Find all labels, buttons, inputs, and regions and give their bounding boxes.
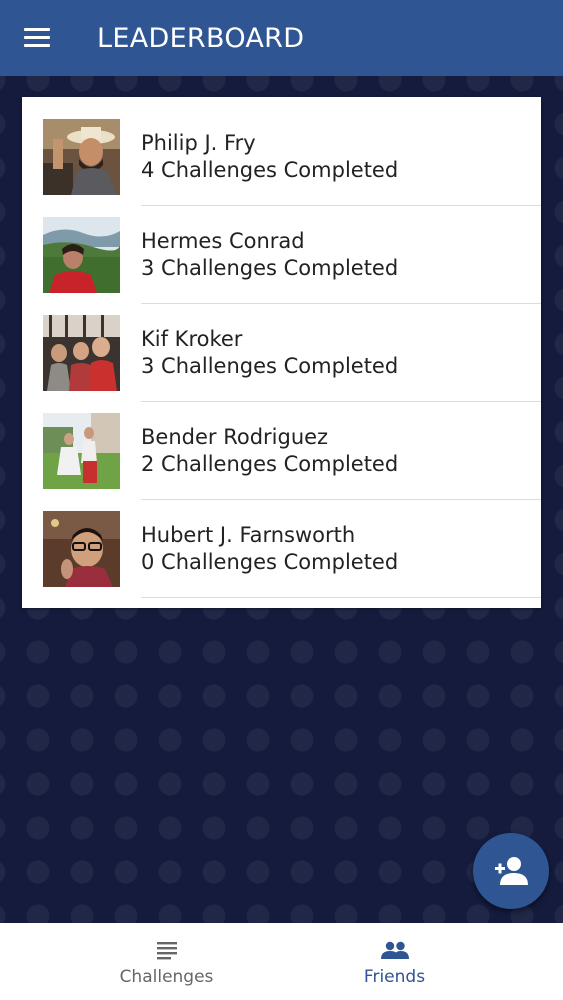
page-title: LEADERBOARD [97,23,305,54]
nav-friends[interactable]: Friends [254,923,535,1000]
leaderboard-screen: LEADERBOARD Philip J. Fry 4 Challenges C… [0,0,563,1000]
list-item[interactable]: Philip J. Fry 4 Challenges Completed [22,97,541,206]
player-name: Hubert J. Farnsworth [141,523,356,547]
list-icon [156,942,177,960]
hamburger-menu-icon[interactable] [24,28,52,48]
list-item[interactable]: Kif Kroker 3 Challenges Completed [22,293,541,402]
avatar [43,315,120,391]
people-icon [380,941,409,959]
list-item[interactable]: Hermes Conrad 3 Challenges Completed [22,195,541,304]
add-friend-button[interactable] [473,833,549,909]
bottom-navigation: Challenges Friends [0,923,563,1000]
challenges-count: 3 Challenges Completed [141,354,399,378]
row-text: Philip J. Fry 4 Challenges Completed [141,130,398,184]
nav-label-friends: Friends [363,967,426,987]
add-person-icon [495,857,528,885]
divider [141,597,541,598]
avatar [43,119,120,195]
challenges-count: 3 Challenges Completed [141,256,399,280]
player-name: Hermes Conrad [141,229,305,253]
avatar [43,511,120,587]
avatar [43,217,120,293]
avatar [43,413,120,489]
challenges-count: 4 Challenges Completed [141,158,399,182]
row-text: Kif Kroker 3 Challenges Completed [141,326,398,380]
row-text: Bender Rodriguez 2 Challenges Completed [141,424,398,478]
player-name: Philip J. Fry [141,131,256,155]
challenges-count: 0 Challenges Completed [141,550,399,574]
row-text: Hubert J. Farnsworth 0 Challenges Comple… [141,522,398,576]
leaderboard-list: Philip J. Fry 4 Challenges Completed Her… [22,97,541,608]
player-name: Kif Kroker [141,327,243,351]
row-text: Hermes Conrad 3 Challenges Completed [141,228,398,282]
app-bar: LEADERBOARD [0,0,563,76]
challenges-count: 2 Challenges Completed [141,452,399,476]
list-item[interactable]: Bender Rodriguez 2 Challenges Completed [22,391,541,500]
player-name: Bender Rodriguez [141,425,329,449]
list-item[interactable]: Hubert J. Farnsworth 0 Challenges Comple… [22,489,541,598]
